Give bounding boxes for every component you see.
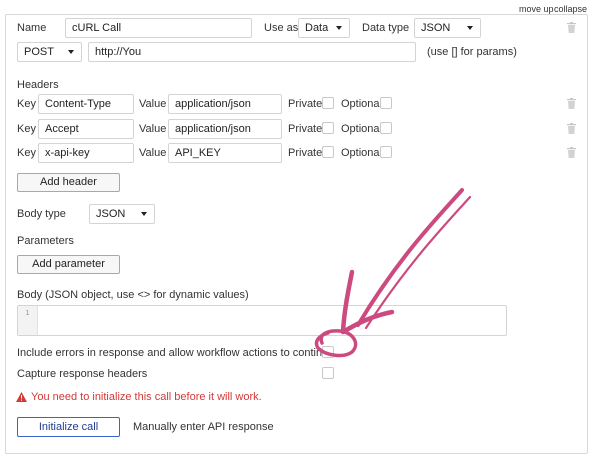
header-value-input[interactable]: API_KEY — [168, 143, 282, 163]
body-type-select[interactable]: JSON — [89, 204, 155, 224]
name-label: Name — [17, 22, 47, 34]
header-value-input[interactable]: application/json — [168, 119, 282, 139]
header-private-label: Private — [288, 147, 323, 159]
header-optional-label: Optional — [341, 98, 382, 110]
header-value-label: Value — [139, 147, 167, 159]
chevron-down-icon — [68, 50, 74, 54]
headers-title: Headers — [17, 79, 59, 91]
header-key-label: Key — [17, 123, 36, 135]
body-type-value: JSON — [96, 208, 126, 220]
delete-header-icon[interactable] — [567, 147, 576, 158]
add-header-button[interactable]: Add header — [17, 173, 120, 192]
data-type-select[interactable]: JSON — [414, 18, 481, 38]
api-call-panel: Name cURL Call Use as Data Data type JSO… — [5, 14, 588, 454]
initialize-warning: You need to initialize this call before … — [31, 391, 262, 403]
chevron-down-icon — [467, 26, 473, 30]
name-input[interactable]: cURL Call — [65, 18, 252, 38]
data-type-value: JSON — [421, 22, 451, 34]
header-key-input[interactable]: Accept — [38, 119, 134, 139]
chevron-down-icon — [336, 26, 342, 30]
header-private-checkbox[interactable] — [322, 146, 334, 158]
header-optional-label: Optional — [341, 123, 382, 135]
body-label: Body (JSON object, use <> for dynamic va… — [17, 289, 249, 301]
chevron-down-icon — [141, 212, 147, 216]
header-key-input[interactable]: Content-Type — [38, 94, 134, 114]
url-input[interactable]: http://You — [88, 42, 416, 62]
header-value-label: Value — [139, 98, 167, 110]
header-private-checkbox[interactable] — [322, 122, 334, 134]
body-editor[interactable]: 1 — [17, 305, 507, 336]
method-select[interactable]: POST — [17, 42, 82, 62]
collapse-link[interactable]: collapse — [554, 4, 587, 14]
delete-call-icon[interactable] — [567, 22, 576, 33]
header-value-label: Value — [139, 123, 167, 135]
header-private-checkbox[interactable] — [322, 97, 334, 109]
capture-headers-checkbox[interactable] — [322, 367, 334, 379]
method-value: POST — [24, 46, 54, 58]
move-up-link[interactable]: move up — [519, 4, 554, 14]
header-optional-checkbox[interactable] — [380, 97, 392, 109]
use-as-label: Use as — [264, 22, 299, 34]
header-key-input[interactable]: x-api-key — [38, 143, 134, 163]
body-type-label: Body type — [17, 208, 66, 220]
include-errors-checkbox[interactable] — [322, 346, 334, 358]
delete-header-icon[interactable] — [567, 123, 576, 134]
manual-response-link[interactable]: Manually enter API response — [133, 420, 274, 434]
header-value-input[interactable]: application/json — [168, 94, 282, 114]
header-private-label: Private — [288, 98, 323, 110]
header-optional-checkbox[interactable] — [380, 122, 392, 134]
line-number: 1 — [18, 306, 38, 335]
add-parameter-button[interactable]: Add parameter — [17, 255, 120, 274]
params-hint: (use [] for params) — [427, 46, 517, 58]
header-key-label: Key — [17, 98, 36, 110]
header-private-label: Private — [288, 123, 323, 135]
data-type-label: Data type — [362, 22, 410, 34]
header-optional-label: Optional — [341, 147, 382, 159]
warning-icon — [16, 392, 27, 402]
delete-header-icon[interactable] — [567, 98, 576, 109]
header-key-label: Key — [17, 147, 36, 159]
header-optional-checkbox[interactable] — [380, 146, 392, 158]
use-as-select[interactable]: Data — [298, 18, 350, 38]
initialize-call-button[interactable]: Initialize call — [17, 417, 120, 437]
capture-headers-label: Capture response headers — [17, 368, 148, 380]
parameters-title: Parameters — [17, 235, 74, 247]
include-errors-label: Include errors in response and allow wor… — [17, 347, 335, 359]
use-as-value: Data — [305, 22, 329, 34]
